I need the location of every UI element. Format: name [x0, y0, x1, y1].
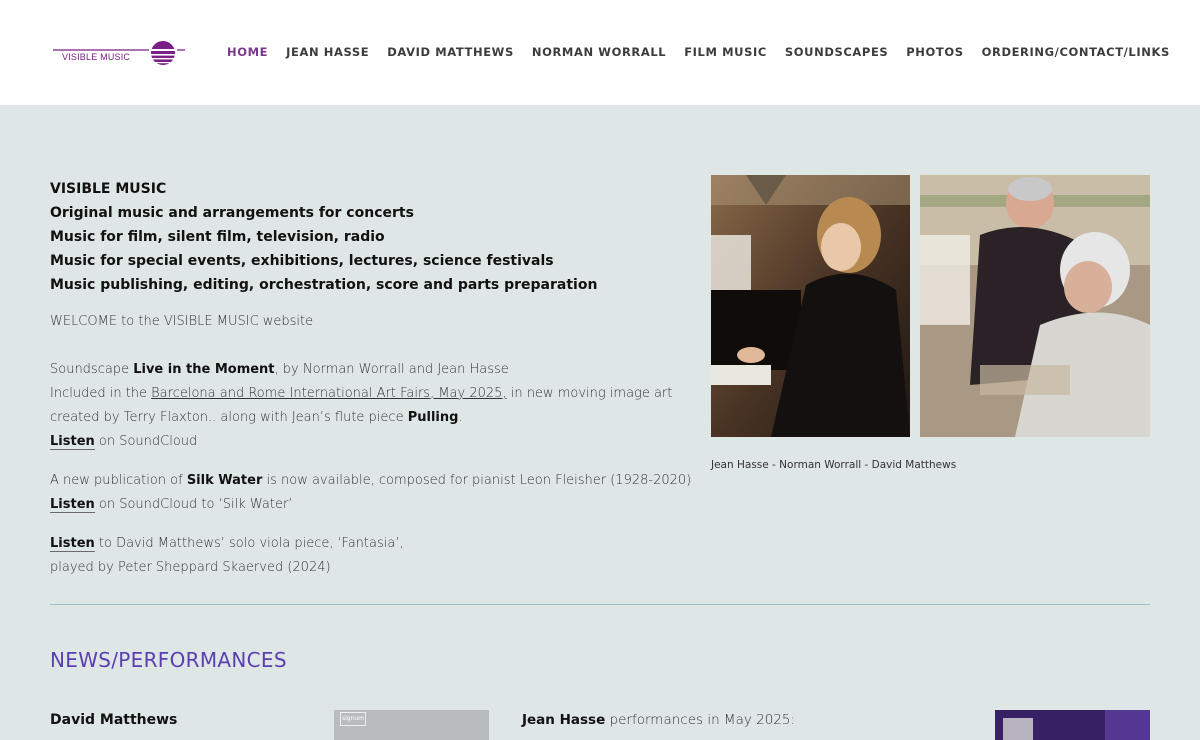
soundscape-line3-prefix: created by Terry Flaxton.. along with Je… [50, 410, 408, 425]
nav-norman-worrall[interactable]: NORMAN WORRALL [532, 45, 666, 59]
news-thumbnail-signum[interactable]: signum [334, 710, 489, 740]
photo-norman-david-image [920, 175, 1150, 437]
intro-block: VISIBLE MUSIC Original music and arrange… [50, 177, 690, 297]
soundscape-line3-suffix: . [458, 410, 463, 425]
soundscape-listen-line: Listen on SoundCloud [50, 430, 672, 454]
signum-label: signum [340, 712, 366, 726]
nav-jean-hasse[interactable]: JEAN HASSE [286, 45, 369, 59]
news-performances-heading: NEWS/PERFORMANCES [50, 648, 287, 672]
silk-water-prefix: A new publication of [50, 473, 187, 488]
soundscape-suffix: , by Norman Worrall and Jean Hasse [274, 362, 509, 377]
soundscape-line3: created by Terry Flaxton.. along with Je… [50, 406, 672, 430]
fantasia-line1-suffix: to David Matthews’ solo viola piece, ‘Fa… [94, 536, 404, 551]
soundscape-line1: Soundscape Live in the Moment, by Norman… [50, 358, 672, 382]
welcome-text: WELCOME to the VISIBLE MUSIC website [50, 314, 314, 329]
listen-link-silk-water[interactable]: Listen [50, 497, 95, 513]
intro-line: Music publishing, editing, orchestration… [50, 277, 598, 293]
photo-caption: Jean Hasse - Norman Worrall - David Matt… [711, 459, 957, 471]
nav-ordering-contact-links[interactable]: ORDERING/CONTACT/LINKS [982, 45, 1170, 59]
soundscape-title: Live in the Moment [133, 362, 275, 377]
pulling-title: Pulling [407, 410, 459, 425]
fantasia-line1: Listen to David Matthews’ solo viola pie… [50, 532, 404, 556]
silk-water-line1: A new publication of Silk Water is now a… [50, 469, 691, 493]
intro-line: Original music and arrangements for conc… [50, 205, 414, 221]
silk-water-title: Silk Water [186, 473, 263, 488]
nav-soundscapes[interactable]: SOUNDSCAPES [785, 45, 888, 59]
soundscape-line2-prefix: Included in the [50, 386, 152, 401]
photo-jean-hasse-image [711, 175, 910, 437]
soundscape-prefix: Soundscape [50, 362, 134, 377]
nav-home[interactable]: HOME [227, 45, 268, 59]
photo-jean-hasse-piano[interactable] [711, 175, 910, 437]
silk-water-suffix: is now available, composed for pianist L… [262, 473, 692, 488]
fantasia-block: Listen to David Matthews’ solo viola pie… [50, 532, 404, 580]
art-fairs-link[interactable]: Barcelona and Rome International Art Fai… [151, 386, 506, 401]
section-divider [50, 604, 1150, 605]
silk-water-listen-line: Listen on SoundCloud to ‘Silk Water’ [50, 493, 691, 517]
silk-water-listen-suffix: on SoundCloud to ‘Silk Water’ [94, 497, 293, 512]
performance-thumbnail-image [995, 710, 1150, 740]
intro-line: Music for film, silent film, television,… [50, 229, 385, 245]
listen-link-soundscape[interactable]: Listen [50, 434, 95, 450]
nav-david-matthews[interactable]: DAVID MATTHEWS [387, 45, 514, 59]
news-jean-hasse-name: Jean Hasse [522, 712, 606, 728]
intro-line: VISIBLE MUSIC [50, 181, 167, 197]
fantasia-line2: played by Peter Sheppard Skaerved (2024) [50, 560, 331, 575]
soundscape-line2: Included in the Barcelona and Rome Inter… [50, 382, 672, 406]
news-david-matthews-title: David Matthews [50, 712, 178, 728]
silk-water-block: A new publication of Silk Water is now a… [50, 469, 691, 517]
nav-photos[interactable]: PHOTOS [906, 45, 963, 59]
nav-film-music[interactable]: FILM MUSIC [684, 45, 767, 59]
listen-link-fantasia[interactable]: Listen [50, 536, 95, 552]
logo-text: VISIBLE MUSIC [62, 52, 131, 62]
news-thumbnail-performance[interactable] [995, 710, 1150, 740]
news-jean-hasse-line: Jean Hasse performances in May 2025: [522, 712, 795, 728]
soundscape-block: Soundscape Live in the Moment, by Norman… [50, 358, 672, 454]
main-nav: HOME JEAN HASSE DAVID MATTHEWS NORMAN WO… [227, 45, 1188, 59]
photo-norman-david[interactable] [920, 175, 1150, 437]
soundscape-line2-suffix: in new moving image art [506, 386, 673, 401]
site-header: VISIBLE MUSIC HOME JEAN HASSE DAVID MATT… [0, 0, 1200, 105]
intro-line: Music for special events, exhibitions, l… [50, 253, 554, 269]
soundcloud-text: on SoundCloud [94, 434, 198, 449]
news-jean-hasse-suffix: performances in May 2025: [605, 712, 796, 728]
